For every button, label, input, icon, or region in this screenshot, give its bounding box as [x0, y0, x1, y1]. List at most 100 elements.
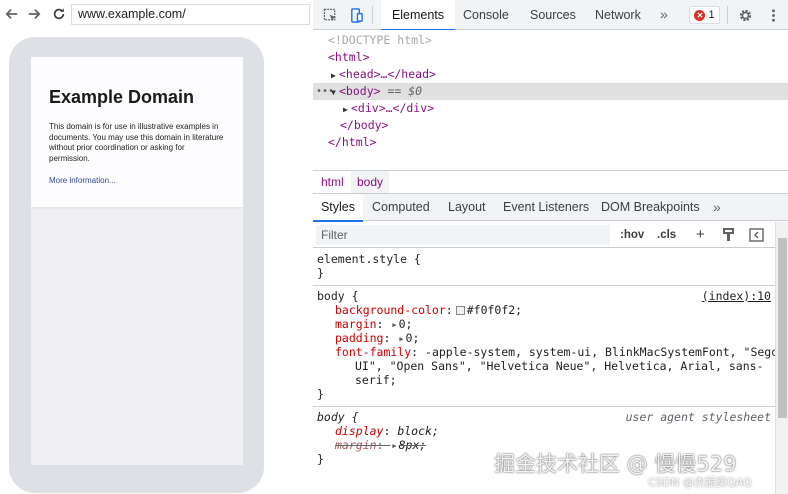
html-close-tag: </html>: [328, 135, 377, 149]
dom-node-doctype[interactable]: <!DOCTYPE html>: [328, 32, 432, 49]
device-screen: Example Domain This domain is for use in…: [31, 57, 243, 465]
tab-elements[interactable]: Elements: [381, 0, 455, 31]
source-link[interactable]: (index):10: [702, 289, 771, 303]
new-style-rule-button[interactable]: +: [696, 222, 705, 248]
expand-triangle-icon: ▶: [392, 442, 397, 450]
property-value: 8px;: [398, 438, 427, 452]
rule-close-brace: }: [317, 266, 324, 280]
rule-selector[interactable]: element.style {: [317, 252, 775, 266]
browser-nav-bar: www.example.com/: [0, 0, 312, 30]
body-open-tag: <body>: [339, 84, 381, 98]
reload-icon: [53, 8, 65, 20]
selected-marker: == $0: [387, 84, 423, 98]
styles-scrollbar[interactable]: [775, 222, 788, 494]
html-open-tag: <html>: [328, 50, 370, 64]
sidebar-tabs: Styles Computed Layout Event Listeners D…: [313, 194, 788, 222]
more-sidebar-tabs-button[interactable]: »: [713, 194, 721, 221]
address-bar[interactable]: www.example.com/: [71, 4, 310, 25]
expand-triangle-icon[interactable]: ▶: [331, 67, 339, 84]
error-icon: ✕: [694, 9, 706, 21]
devtools-toolbar: Elements Console Sources Network » ✕ 1: [313, 0, 788, 31]
devtools-panel: Elements Console Sources Network » ✕ 1 <…: [313, 0, 788, 494]
more-options-icon[interactable]: [765, 7, 781, 23]
div-tag: <div>…</div>: [351, 101, 435, 115]
browser-pane: www.example.com/ Example Domain This dom…: [0, 0, 312, 494]
device-toolbar-icon[interactable]: [348, 7, 364, 23]
toolbar-divider: [727, 6, 728, 24]
styles-filter-input[interactable]: [316, 225, 610, 245]
dom-node-body-selected[interactable]: ••• ▼ <body> == $0: [313, 83, 788, 100]
body-close-tag: </body>: [340, 118, 389, 132]
style-property-overridden: margin: ▶ 8px;: [335, 438, 427, 452]
expand-triangle-icon[interactable]: ▶: [343, 101, 351, 118]
device-frame: Example Domain This domain is for use in…: [9, 37, 264, 493]
dom-tree: <!DOCTYPE html> <html> ▶ <head>…</head> •…: [313, 30, 788, 170]
color-swatch-icon[interactable]: [455, 306, 465, 315]
property-value: #f0f0f2;: [466, 303, 523, 317]
style-property[interactable]: background-color: #f0f0f2;: [317, 303, 775, 317]
property-value: 0;: [398, 317, 413, 331]
collapse-triangle-icon[interactable]: ▼: [331, 84, 339, 101]
toggle-sidebar-icon[interactable]: [749, 228, 764, 242]
rule-close-brace: }: [317, 452, 324, 466]
tab-computed[interactable]: Computed: [372, 194, 430, 221]
tab-sources[interactable]: Sources: [530, 0, 576, 30]
expand-triangle-icon[interactable]: ▶: [399, 332, 403, 346]
arrow-right-icon: [28, 9, 41, 19]
property-value-wrap: serif;: [355, 373, 397, 387]
inspect-element-icon[interactable]: [322, 7, 338, 23]
user-agent-label: user agent stylesheet: [625, 410, 771, 424]
tab-layout[interactable]: Layout: [448, 194, 486, 221]
property-value-wrap: UI", "Open Sans", "Helvetica Neue", Helv…: [355, 359, 764, 373]
reload-button[interactable]: [50, 4, 68, 24]
property-name: padding: [335, 331, 384, 345]
hover-state-toggle[interactable]: :hov: [620, 222, 644, 248]
property-value: 0;: [405, 331, 420, 345]
tab-network[interactable]: Network: [595, 0, 641, 30]
tab-styles[interactable]: Styles: [313, 194, 363, 222]
style-rule-body: body { (index):10 background-color: #f0f0…: [313, 286, 775, 407]
page-card: Example Domain This domain is for use in…: [31, 57, 243, 207]
property-name: display: [335, 424, 384, 438]
scrollbar-thumb[interactable]: [778, 238, 787, 418]
style-rule-user-agent: body { user agent stylesheet display: bl…: [313, 407, 775, 473]
back-button[interactable]: [3, 4, 21, 24]
tab-event-listeners[interactable]: Event Listeners: [503, 194, 589, 221]
gear-icon[interactable]: [737, 7, 753, 23]
property-value: block;: [397, 424, 439, 438]
head-tag: <head>…</head>: [339, 67, 436, 81]
breadcrumb-html[interactable]: html: [315, 171, 350, 193]
property-value: -apple-system, system-ui, BlinkMacSystem…: [425, 345, 775, 359]
dom-node-html[interactable]: <html>: [328, 49, 370, 66]
dom-node-html-close[interactable]: </html>: [328, 134, 376, 151]
body-node-content: ▼ <body> == $0: [331, 83, 422, 101]
dom-node-head[interactable]: ▶ <head>…</head>: [331, 66, 436, 83]
style-property[interactable]: padding: ▶ 0;: [317, 331, 775, 345]
property-name: margin: [335, 438, 377, 452]
dom-node-body-close[interactable]: </body>: [340, 117, 388, 134]
property-name: margin: [335, 317, 377, 331]
breadcrumb-body[interactable]: body: [351, 171, 390, 193]
error-count-badge[interactable]: ✕ 1: [689, 6, 720, 24]
error-count: 1: [708, 9, 715, 21]
style-property[interactable]: margin: ▶ 0;: [317, 317, 775, 331]
style-rule-element: element.style { }: [313, 249, 775, 286]
expand-triangle-icon[interactable]: ▶: [392, 318, 396, 332]
toolbar-divider: [372, 6, 373, 24]
tab-dom-breakpoints[interactable]: DOM Breakpoints: [601, 194, 700, 221]
device-viewport-area: Example Domain This domain is for use in…: [0, 30, 312, 494]
style-property: display: block;: [335, 424, 439, 438]
more-information-link[interactable]: More information...: [49, 176, 116, 185]
paint-brush-icon[interactable]: [721, 227, 736, 243]
style-property[interactable]: font-family: -apple-system, system-ui, B…: [317, 345, 775, 359]
styles-filter-row: :hov .cls +: [313, 222, 775, 248]
class-toggle[interactable]: .cls: [657, 222, 676, 248]
tab-console[interactable]: Console: [463, 0, 509, 30]
property-name: background-color: [335, 303, 446, 317]
property-name: font-family: [335, 345, 412, 359]
styles-pane: element.style { } body { (index):10 back…: [313, 249, 775, 494]
more-tabs-button[interactable]: »: [660, 0, 668, 30]
dom-node-div[interactable]: ▶ <div>…</div>: [343, 100, 434, 117]
forward-button[interactable]: [25, 4, 43, 24]
rule-close-brace: }: [317, 387, 324, 401]
